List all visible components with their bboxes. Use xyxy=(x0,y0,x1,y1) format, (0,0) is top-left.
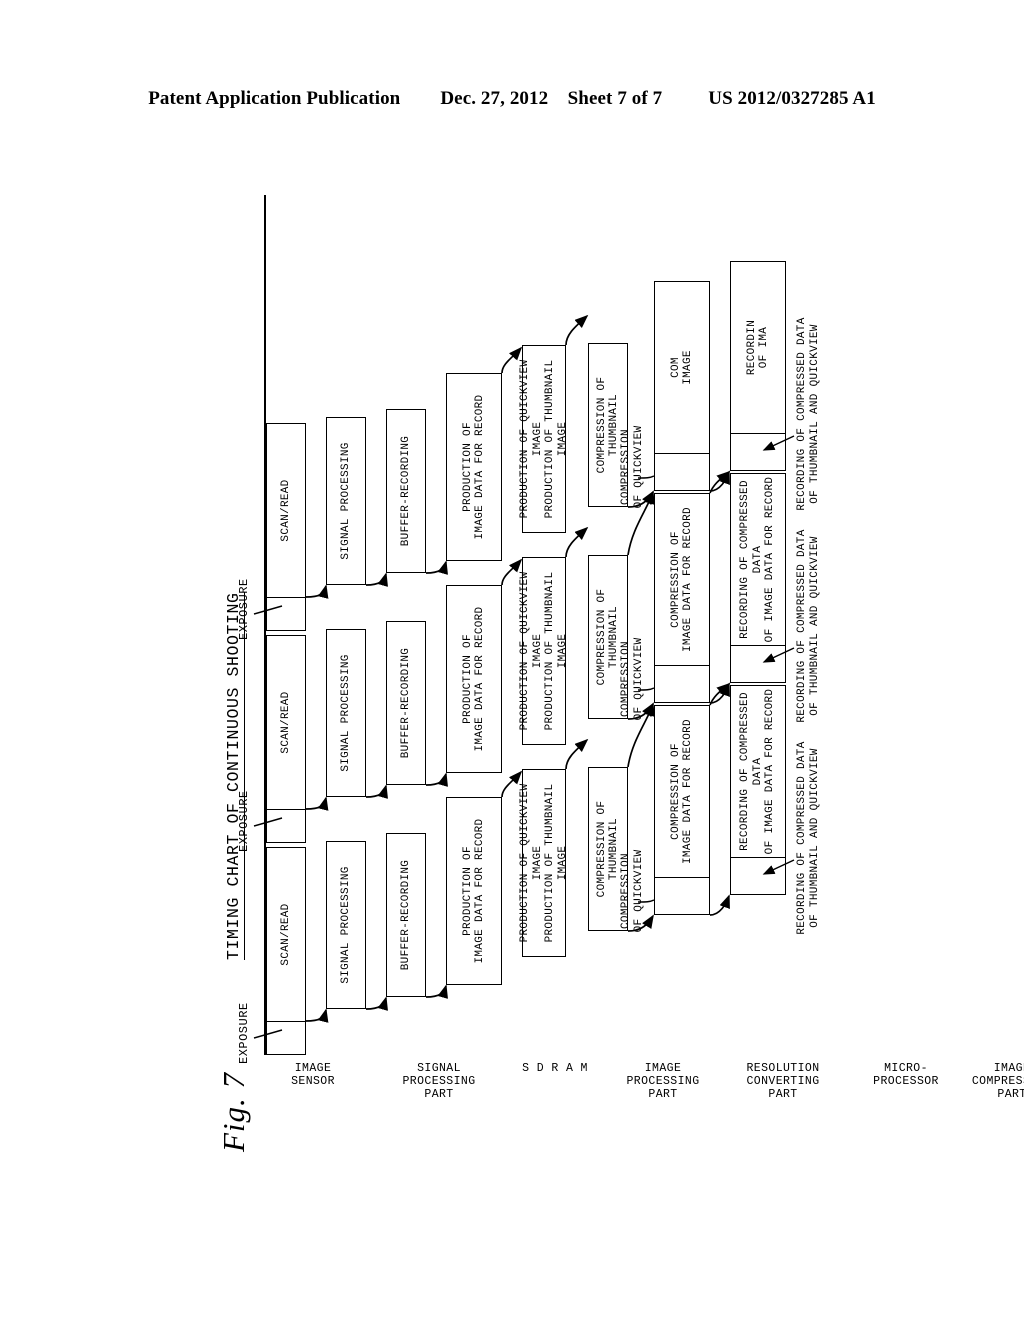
publication-number: US 2012/0327285 A1 xyxy=(708,88,876,109)
leader-compression-quickview-3 xyxy=(637,475,655,479)
leader-exposure-2 xyxy=(253,817,283,827)
leader-compression-quickview-2 xyxy=(637,687,655,691)
leader-recording-thumb-quick-2 xyxy=(762,647,795,663)
arrow-improc-to-rescv-3 xyxy=(501,346,523,374)
arrow-micro-to-compress-next-2 xyxy=(627,490,655,556)
arrow-improc-to-rescv-1 xyxy=(501,770,523,798)
arrow-sensor-to-signal-1 xyxy=(305,1008,329,1023)
leader-exposure-3 xyxy=(253,605,283,615)
publication-date-sheet: Dec. 27, 2012 Sheet 7 of 7 xyxy=(440,88,662,110)
arrow-sdram-to-improc-3 xyxy=(425,560,448,575)
leader-exposure-1 xyxy=(253,1029,283,1039)
arrow-micro-to-compress-1 xyxy=(627,914,654,932)
arrow-sdram-to-improc-2 xyxy=(425,772,448,787)
leader-recording-thumb-quick-3 xyxy=(762,435,795,451)
arrow-rescv-to-micro-3 xyxy=(565,314,589,346)
flow-arrows xyxy=(253,314,795,1039)
arrow-signal-to-sdram-2 xyxy=(365,784,388,799)
publication-date: Dec. 27, 2012 xyxy=(440,88,549,109)
arrow-rescv-to-micro-1 xyxy=(565,738,589,770)
arrow-sensor-to-signal-2 xyxy=(305,796,329,811)
publication-title: Patent Application Publication xyxy=(148,88,401,109)
figure-7: Fig. 7 TIMING CHART OF CONTINUOUS SHOOTI… xyxy=(202,160,1024,1160)
arrow-micro-to-compress-next-1 xyxy=(627,702,655,768)
arrow-sensor-to-signal-3 xyxy=(305,584,329,599)
arrow-rescv-to-micro-2 xyxy=(565,526,589,558)
publication-header: Patent Application Publication Dec. 27, … xyxy=(0,88,1024,110)
leader-compression-quickview-1 xyxy=(637,899,655,903)
row-label-image-compressing: IMAGE COMPRESSING PART xyxy=(971,1062,1024,1101)
arrow-signal-to-sdram-1 xyxy=(365,996,388,1011)
arrow-sdram-to-improc-1 xyxy=(425,984,448,999)
leader-recording-thumb-quick-1 xyxy=(762,859,795,875)
arrow-compress-to-record-1 xyxy=(709,894,730,916)
arrow-signal-to-sdram-3 xyxy=(365,572,388,587)
arrow-improc-to-rescv-2 xyxy=(501,558,523,586)
publication-sheet: Sheet 7 of 7 xyxy=(567,88,663,109)
row-label-microprocessor: MICRO- PROCESSOR xyxy=(873,1062,939,1088)
